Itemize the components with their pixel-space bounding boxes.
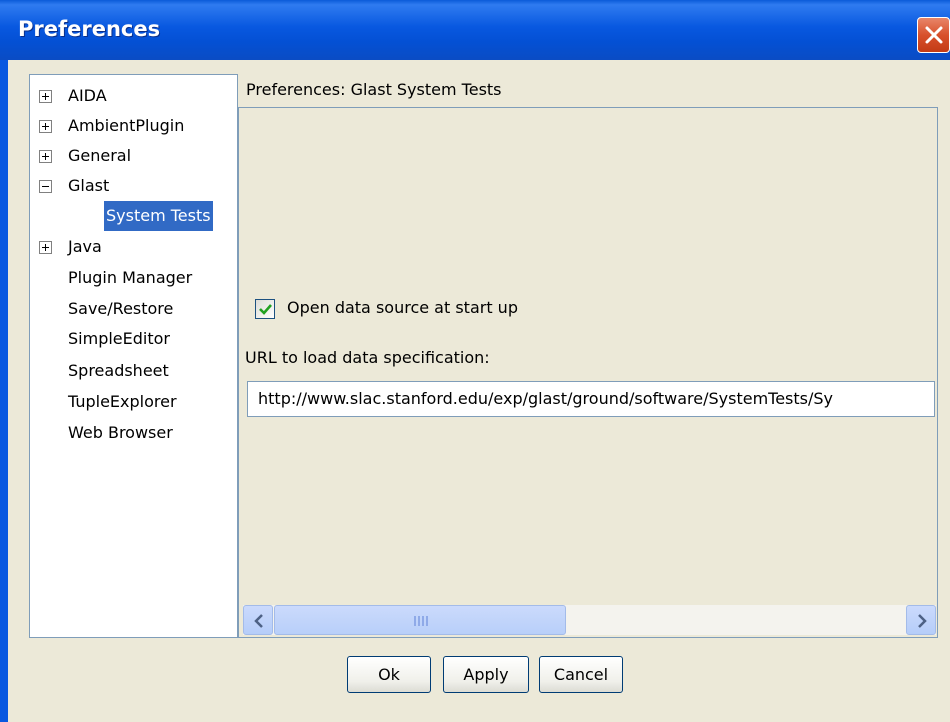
expand-icon[interactable]: [39, 90, 52, 103]
collapse-icon[interactable]: [39, 180, 52, 193]
tree-item-label: SimpleEditor: [68, 329, 170, 348]
apply-button[interactable]: Apply: [443, 656, 529, 693]
tree-item-label: Java: [68, 237, 102, 256]
tree-item-label: Web Browser: [68, 423, 173, 442]
tree-item-label: Save/Restore: [68, 299, 174, 318]
horizontal-scrollbar[interactable]: [243, 605, 936, 635]
preferences-tree[interactable]: AIDA AmbientPlugin General Glast System …: [29, 74, 238, 638]
url-label: URL to load data specification:: [245, 348, 490, 367]
open-data-source-checkbox[interactable]: [255, 299, 275, 319]
close-button[interactable]: [917, 17, 950, 53]
scrollbar-thumb[interactable]: [274, 605, 566, 635]
grip-icon: [414, 616, 428, 626]
preferences-content-panel: [238, 107, 938, 638]
tree-item-label: Spreadsheet: [68, 361, 169, 380]
chevron-left-icon: [254, 614, 263, 628]
close-icon: [925, 26, 943, 44]
url-field[interactable]: http://www.slac.stanford.edu/exp/glast/g…: [247, 381, 935, 417]
expand-icon[interactable]: [39, 120, 52, 133]
tree-item-label: AmbientPlugin: [68, 116, 185, 135]
tree-item-label: Plugin Manager: [68, 268, 193, 287]
title-bar[interactable]: Preferences: [0, 0, 950, 60]
tree-item-label: General: [68, 146, 132, 165]
expand-icon[interactable]: [39, 150, 52, 163]
tree-item-label: Glast: [68, 176, 110, 195]
open-data-source-label[interactable]: Open data source at start up: [287, 298, 518, 317]
window-title: Preferences: [18, 17, 161, 41]
scroll-right-button[interactable]: [906, 605, 936, 635]
tree-item-label: TupleExplorer: [68, 392, 177, 411]
ok-button[interactable]: Ok: [347, 656, 431, 693]
preferences-header: Preferences: Glast System Tests: [246, 80, 502, 99]
tree-item-label: System Tests: [104, 201, 213, 231]
window-frame: [0, 60, 8, 722]
checkmark-icon: [259, 304, 272, 315]
cancel-button[interactable]: Cancel: [539, 656, 623, 693]
expand-icon[interactable]: [39, 241, 52, 254]
tree-item-label: AIDA: [68, 86, 107, 105]
chevron-right-icon: [918, 614, 927, 628]
scroll-left-button[interactable]: [243, 605, 273, 635]
